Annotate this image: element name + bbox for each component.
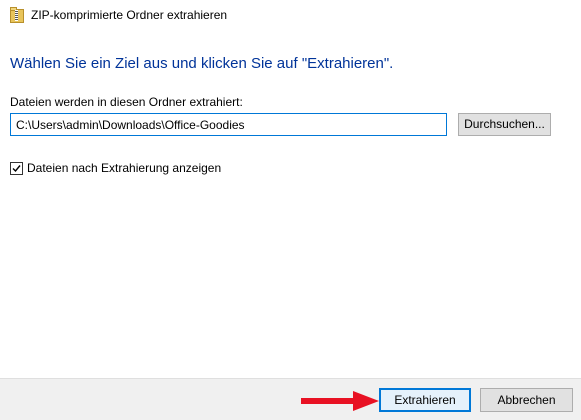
extract-dialog: ZIP-komprimierte Ordner extrahieren Wähl… [0,0,581,420]
right-arrow-icon [301,391,379,411]
title-bar: ZIP-komprimierte Ordner extrahieren [0,0,581,30]
zip-folder-icon [10,7,24,23]
window-title: ZIP-komprimierte Ordner extrahieren [31,8,228,22]
browse-button[interactable]: Durchsuchen... [458,113,551,136]
extract-button[interactable]: Extrahieren [379,388,471,412]
destination-label: Dateien werden in diesen Ordner extrahie… [10,95,243,109]
show-files-checkbox[interactable] [10,162,23,175]
show-files-label[interactable]: Dateien nach Extrahierung anzeigen [27,161,221,175]
cancel-button[interactable]: Abbrechen [480,388,573,412]
destination-path-input[interactable] [10,113,447,136]
instruction-heading: Wählen Sie ein Ziel aus und klicken Sie … [10,55,394,72]
checkmark-icon [12,165,21,173]
